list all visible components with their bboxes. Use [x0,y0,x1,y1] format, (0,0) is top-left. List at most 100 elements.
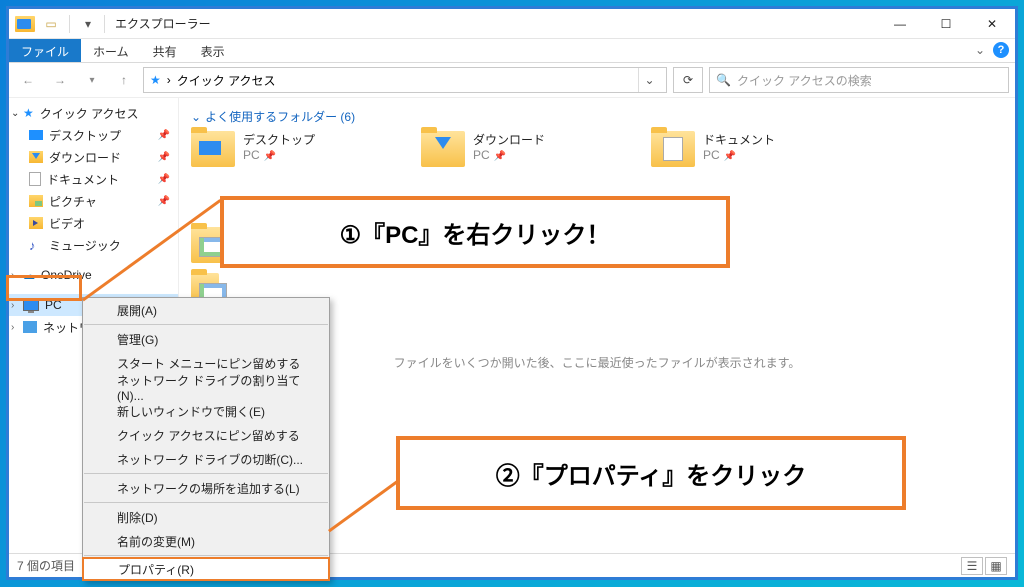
folder-downloads[interactable]: ダウンロード PC 📌 [421,131,591,167]
ribbon-tabs: ファイル ホーム 共有 表示 ⌄ ? [9,39,1015,63]
folder-name: デスクトップ [243,131,315,148]
ctx-separator [84,502,328,503]
address-crumb-quickaccess[interactable]: クイック アクセス [177,72,276,89]
minimize-button[interactable]: ― [877,9,923,39]
help-icon[interactable]: ? [993,42,1009,58]
pictures-icon [29,195,43,207]
videos-icon [29,217,43,229]
folder-documents[interactable]: ドキュメント PC 📌 [651,131,821,167]
tab-file[interactable]: ファイル [9,39,81,62]
folder-name: ダウンロード [473,131,545,148]
callout-text: ②『プロパティ』をクリック [496,456,807,491]
address-dropdown-icon[interactable]: ⌄ [638,68,660,92]
pin-icon: 📌 [158,174,170,185]
nav-videos[interactable]: ビデオ [9,212,178,234]
desktop-icon [29,130,43,140]
nav-downloads[interactable]: ダウンロード 📌 [9,146,178,168]
nav-label: ドキュメント [47,171,119,188]
chevron-down-icon[interactable]: ⌄ [11,108,19,119]
ctx-delete[interactable]: 削除(D) [83,505,329,529]
window-title: エクスプローラー [115,15,211,32]
view-icons-button[interactable]: ▦ [985,557,1007,575]
pin-icon: 📌 [158,152,170,163]
address-bar[interactable]: ★ › クイック アクセス ⌄ [143,67,667,93]
qat-newfolder-icon[interactable]: ▭ [39,12,63,36]
status-item-count: 7 個の項目 [17,557,75,574]
nav-quick-access[interactable]: ⌄ ★ クイック アクセス [9,102,178,124]
pin-icon: 📌 [494,151,506,162]
folder-icon [651,131,695,167]
download-icon [29,151,43,163]
ctx-expand[interactable]: 展開(A) [83,298,329,322]
ctx-rename[interactable]: 名前の変更(M) [83,529,329,553]
folder-desktop[interactable]: デスクトップ PC 📌 [191,131,361,167]
chevron-right-icon[interactable]: › [11,270,14,281]
network-icon [23,321,37,333]
tab-home[interactable]: ホーム [81,39,141,62]
star-icon: ★ [23,106,34,120]
annotation-callout-1: ①『PC』を右クリック！ [220,196,730,268]
folder-sub: PC [473,148,490,162]
nav-music[interactable]: ♪ ミュージック [9,234,178,256]
maximize-button[interactable]: ☐ [923,9,969,39]
quickaccess-star-icon: ★ [150,73,161,87]
ribbon-collapse-icon[interactable]: ⌄ [975,43,985,57]
context-menu: 展開(A) 管理(G) スタート メニューにピン留めする ネットワーク ドライブ… [82,297,330,581]
nav-documents[interactable]: ドキュメント 📌 [9,168,178,190]
nav-onedrive[interactable]: › ☁ OneDrive [9,264,178,286]
ctx-pin-quick[interactable]: クイック アクセスにピン留めする [83,423,329,447]
nav-up-button[interactable]: ↑ [111,67,137,93]
folder-name: ドキュメント [703,131,775,148]
nav-label: ビデオ [49,215,85,232]
view-details-button[interactable]: ☰ [961,557,983,575]
address-crumb-sep: › [167,73,171,87]
cloud-icon: ☁ [23,268,35,282]
nav-label: PC [45,298,62,312]
tab-view[interactable]: 表示 [189,39,237,62]
folder-icon [421,131,465,167]
nav-forward-button[interactable]: → [47,67,73,93]
nav-pictures[interactable]: ピクチャ 📌 [9,190,178,212]
ctx-properties[interactable]: プロパティ(R) [82,557,330,581]
folder-icon [191,131,235,167]
document-icon [29,172,41,186]
pin-icon: 📌 [158,130,170,141]
pin-icon: 📌 [158,196,170,207]
tab-share[interactable]: 共有 [141,39,189,62]
ctx-separator [84,555,328,556]
ctx-manage[interactable]: 管理(G) [83,327,329,351]
ctx-new-window[interactable]: 新しいウィンドウで開く(E) [83,399,329,423]
app-icon [13,12,37,36]
section-frequent-folders[interactable]: ⌄ よく使用するフォルダー (6) [191,108,1003,125]
callout-text: ①『PC』を右クリック！ [340,215,611,250]
search-placeholder: クイック アクセスの検索 [737,72,872,89]
nav-label: ピクチャ [49,193,97,210]
address-toolbar: ← → ▾ ↑ ★ › クイック アクセス ⌄ ⟳ 🔍 クイック アクセスの検索 [9,63,1015,97]
nav-back-button[interactable]: ← [15,67,41,93]
pin-icon: 📌 [724,151,736,162]
chevron-right-icon[interactable]: › [11,322,14,333]
folder-sub: PC [243,148,260,162]
titlebar: ▭ ▾ エクスプローラー ― ☐ ✕ [9,9,1015,39]
nav-label: OneDrive [41,268,92,282]
ctx-disconnect[interactable]: ネットワーク ドライブの切断(C)... [83,447,329,471]
nav-desktop[interactable]: デスクトップ 📌 [9,124,178,146]
pc-icon [23,299,39,311]
search-input[interactable]: 🔍 クイック アクセスの検索 [709,67,1009,93]
annotation-callout-2: ②『プロパティ』をクリック [396,436,906,510]
ctx-add-location[interactable]: ネットワークの場所を追加する(L) [83,476,329,500]
nav-label: ミュージック [49,237,121,254]
folder-sub: PC [703,148,720,162]
section-header-label: よく使用するフォルダー (6) [205,108,355,125]
nav-history-dropdown[interactable]: ▾ [79,67,105,93]
search-icon: 🔍 [716,73,731,87]
nav-label: デスクトップ [49,127,121,144]
ctx-map-drive[interactable]: ネットワーク ドライブの割り当て(N)... [83,375,329,399]
qat-dropdown-icon[interactable]: ▾ [76,12,100,36]
music-icon: ♪ [29,238,43,252]
chevron-right-icon[interactable]: › [11,300,14,311]
pin-icon: 📌 [264,151,276,162]
close-button[interactable]: ✕ [969,9,1015,39]
refresh-button[interactable]: ⟳ [673,67,703,93]
nav-label: クイック アクセス [40,105,139,122]
